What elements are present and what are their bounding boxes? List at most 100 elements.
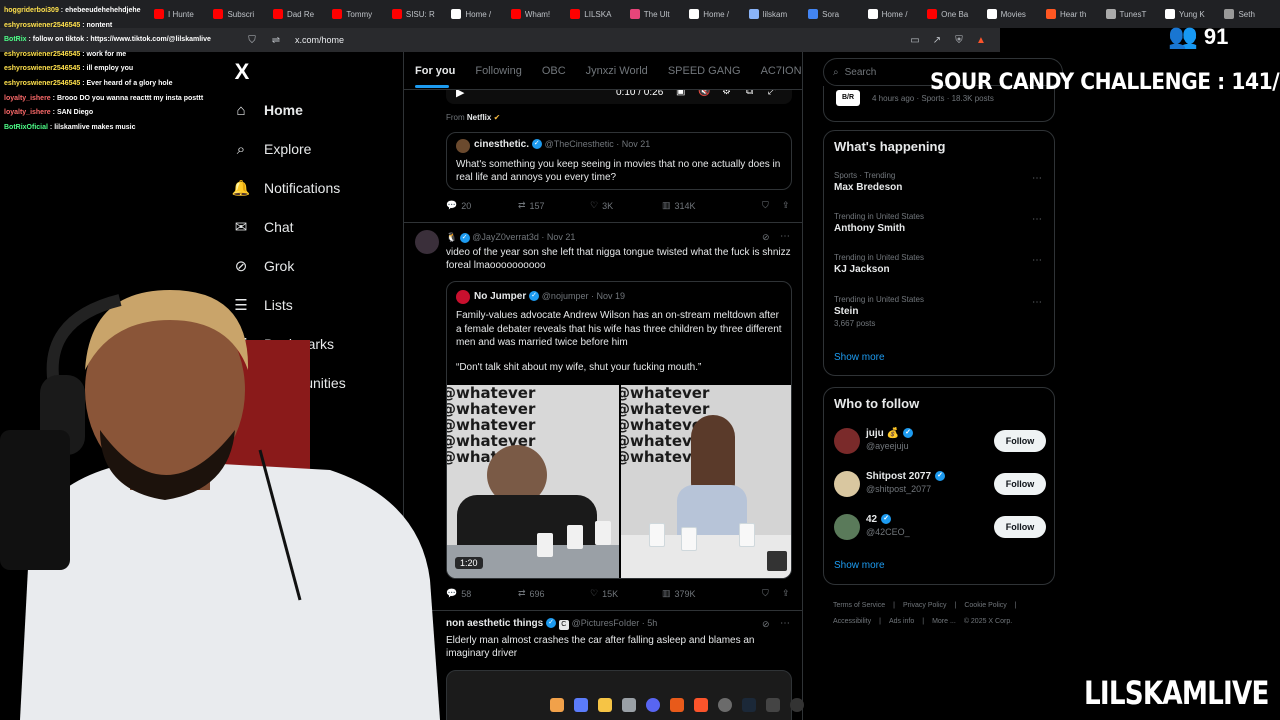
discord-icon[interactable] xyxy=(646,698,660,712)
share-icon[interactable]: ↗ xyxy=(930,33,944,47)
nav-item-chat[interactable]: ✉ Chat xyxy=(232,218,294,236)
post-author-handle[interactable]: @PicturesFoIder · 5h xyxy=(572,618,658,628)
fl-studio-icon[interactable] xyxy=(670,698,684,712)
browser-tab[interactable]: Home / xyxy=(685,3,744,25)
avatar[interactable] xyxy=(834,428,860,454)
avatar[interactable] xyxy=(834,471,860,497)
app-icon[interactable] xyxy=(790,698,804,712)
feed-tab[interactable]: For you xyxy=(415,65,455,88)
browser-tab[interactable]: Dad Re xyxy=(269,3,328,25)
install-icon[interactable]: ▭ xyxy=(908,33,922,47)
bookmark-icon[interactable]: ⛉ xyxy=(762,200,769,211)
footer-link[interactable]: Terms of Service xyxy=(833,602,885,609)
steam-icon[interactable] xyxy=(742,698,756,712)
show-more-link[interactable]: Show more xyxy=(834,352,885,363)
browser-tab[interactable]: Movies xyxy=(983,3,1042,25)
tab-favicon-icon xyxy=(748,9,759,19)
post-author-name[interactable]: non aesthetic things xyxy=(446,618,543,629)
views-button[interactable]: ▥ 379K xyxy=(662,588,734,599)
browser-tab[interactable]: Wham! xyxy=(507,3,566,25)
trend-item[interactable]: Sports · Trending Max Bredeson xyxy=(834,171,902,195)
like-button[interactable]: ♡ 15K xyxy=(590,588,662,599)
repost-button[interactable]: ⇄ 157 xyxy=(518,200,590,211)
bookmark-icon[interactable]: ⛉ xyxy=(762,588,769,599)
footer-link[interactable]: Accessibility xyxy=(833,618,871,625)
folder-icon[interactable] xyxy=(598,698,612,712)
follow-suggestion[interactable]: juju 💰 ✓ @ayeejuju Follow xyxy=(834,428,1046,458)
footer-link[interactable]: © 2025 X Corp. xyxy=(964,618,1012,625)
site-info-icon[interactable]: ⇌ xyxy=(269,33,283,47)
chat-username: BotRixOficial xyxy=(4,123,48,131)
feed-tab[interactable]: OBC xyxy=(542,65,566,77)
reply-button[interactable]: 💬 58 xyxy=(446,588,518,599)
nav-item-home[interactable]: ⌂ Home xyxy=(232,101,302,119)
trend-item[interactable]: Trending in United States Anthony Smith xyxy=(834,212,924,236)
more-icon[interactable]: ⋯ xyxy=(780,618,790,629)
feed-tab[interactable]: SPEED GANG xyxy=(668,65,741,77)
quoted-post[interactable]: cinesthetic. ✓ @TheCinesthetic · Nov 21 … xyxy=(446,132,792,190)
brave-shield-icon[interactable]: ⛨ xyxy=(952,33,966,47)
share-icon[interactable]: ⇪ xyxy=(782,588,790,599)
footer-link[interactable]: More ... xyxy=(932,618,956,625)
browser-tab[interactable]: One Ba xyxy=(923,3,982,25)
more-icon[interactable]: ⋯ xyxy=(1032,255,1042,266)
verified-icon: ✓ xyxy=(935,471,946,482)
browser-tab[interactable]: lilskam xyxy=(745,3,804,25)
app-icon[interactable] xyxy=(550,698,564,712)
url-text[interactable]: x.com/home xyxy=(295,35,344,45)
share-icon[interactable]: ⇪ xyxy=(782,200,790,211)
browser-tab[interactable]: LILSKA xyxy=(566,3,625,25)
grok-icon[interactable]: ⊘ xyxy=(762,619,770,630)
nav-item-notifications[interactable]: 🔔 Notifications xyxy=(232,179,341,197)
browser-tab[interactable]: SISU: R xyxy=(388,3,447,25)
more-icon[interactable]: ⋯ xyxy=(1032,173,1042,184)
bookmark-star-icon[interactable]: ⛉ xyxy=(245,33,259,47)
obs-icon[interactable] xyxy=(718,698,732,712)
post-author-handle[interactable]: @JayZ0verrat3d · Nov 21 xyxy=(472,232,575,242)
browser-tab[interactable]: Sora xyxy=(804,3,863,25)
from-brand[interactable]: Netflix xyxy=(467,113,491,122)
feed-tab[interactable]: Following xyxy=(475,65,521,77)
video-thumbnail-right[interactable]: @whatever @whatever @whatever @whatever @wha… xyxy=(621,385,791,578)
nav-item-grok[interactable]: ⊘ Grok xyxy=(232,257,295,275)
avatar[interactable] xyxy=(834,514,860,540)
more-icon[interactable]: ⋯ xyxy=(1032,297,1042,308)
views-button[interactable]: ▥ 314K xyxy=(662,200,734,211)
like-button[interactable]: ♡ 3K xyxy=(590,200,662,211)
follow-suggestion[interactable]: Shitpost 2077 ✓ @shitpost_2077 Follow xyxy=(834,471,1046,501)
browser-tab[interactable]: Hear th xyxy=(1042,3,1101,25)
feed-tab[interactable]: Jynxzi World xyxy=(586,65,648,77)
rewards-icon[interactable]: ▲ xyxy=(974,33,988,47)
nav-item-explore[interactable]: ⌕ Explore xyxy=(232,140,312,158)
store-icon[interactable] xyxy=(622,698,636,712)
reply-button[interactable]: 💬 20 xyxy=(446,200,518,211)
grok-icon[interactable]: ⊘ xyxy=(762,232,770,243)
avatar[interactable] xyxy=(415,230,439,254)
repost-button[interactable]: ⇄ 696 xyxy=(518,588,590,599)
trend-item[interactable]: Trending in United States KJ Jackson xyxy=(834,253,924,277)
follow-button[interactable]: Follow xyxy=(994,516,1046,538)
trend-item[interactable]: Trending in United States Stein 3,667 post… xyxy=(834,295,924,328)
browser-tab[interactable]: TunesT xyxy=(1102,3,1161,25)
browser-tab[interactable]: The Ult xyxy=(626,3,685,25)
follow-suggestion[interactable]: 42 ✓ @42CEO_ Follow xyxy=(834,514,1046,544)
follow-button[interactable]: Follow xyxy=(994,473,1046,495)
more-icon[interactable]: ⋯ xyxy=(1032,214,1042,225)
more-icon[interactable]: ⋯ xyxy=(780,231,790,242)
footer-link[interactable]: Ads info xyxy=(889,618,914,625)
footer-link[interactable]: Cookie Policy xyxy=(964,602,1006,609)
tab-favicon-icon xyxy=(629,9,640,19)
app-icon[interactable] xyxy=(766,698,780,712)
browser-tab[interactable]: Seth xyxy=(1220,3,1279,25)
brave-icon[interactable] xyxy=(694,698,708,712)
show-more-link[interactable]: Show more xyxy=(834,560,885,571)
quoted-post[interactable]: No Jumper ✓ @nojumper · Nov 19 Family-va… xyxy=(446,281,792,579)
follow-button[interactable]: Follow xyxy=(994,430,1046,452)
browser-tab[interactable]: Home / xyxy=(864,3,923,25)
browser-tab[interactable]: Tommy xyxy=(328,3,387,25)
video-thumbnail-left[interactable]: @whatever @whatever @whatever @whatever @wha… xyxy=(447,385,619,578)
feed-tab[interactable]: AC7IONHOU xyxy=(761,65,802,77)
browser-tab[interactable]: Home / xyxy=(447,3,506,25)
footer-link[interactable]: Privacy Policy xyxy=(903,602,947,609)
copilot-icon[interactable] xyxy=(574,698,588,712)
